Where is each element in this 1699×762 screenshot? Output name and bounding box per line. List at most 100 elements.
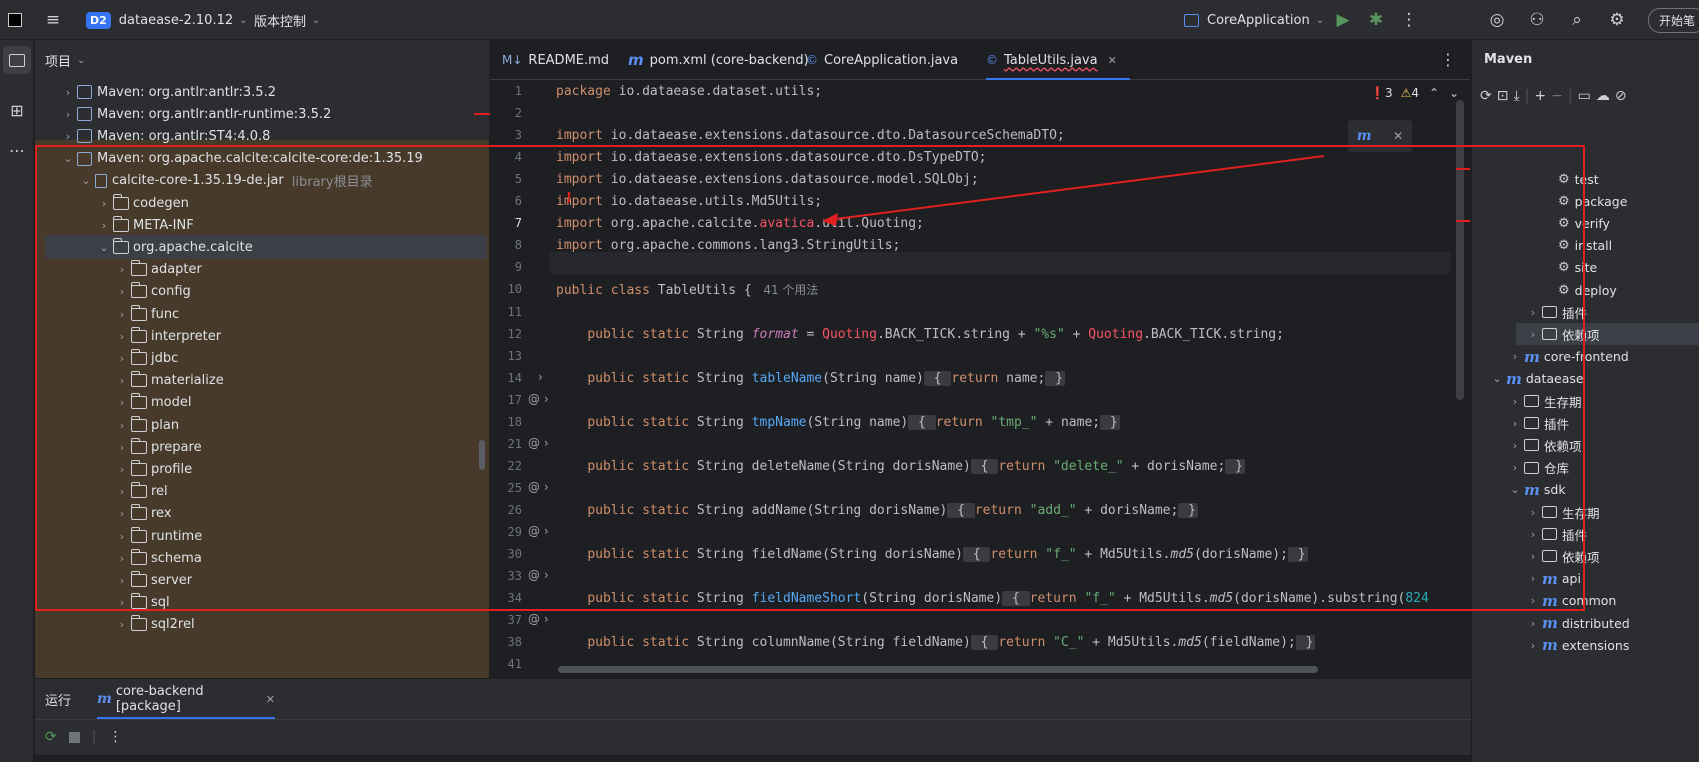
override-annotation-icon[interactable]: @ › bbox=[528, 612, 549, 626]
maven-module[interactable]: ⌄ m sdk bbox=[1508, 479, 1565, 501]
chevron-right-icon[interactable]: › bbox=[115, 596, 129, 609]
maven-folder[interactable]: › 生存期 bbox=[1526, 501, 1600, 523]
maven-module[interactable]: › m common bbox=[1526, 590, 1617, 612]
chevron-right-icon[interactable]: › bbox=[115, 618, 129, 631]
rerun-icon[interactable]: ⟳ bbox=[45, 729, 57, 745]
run-tab-core-backend[interactable]: m core-backend [package] ✕ bbox=[97, 679, 275, 719]
search-icon[interactable]: ⌕ bbox=[1564, 7, 1590, 33]
chevron-right-icon[interactable]: › bbox=[115, 530, 129, 543]
chevron-right-icon[interactable]: › bbox=[115, 419, 129, 432]
tree-item[interactable]: › rex bbox=[35, 502, 172, 526]
settings-gear-icon[interactable]: ⚙ bbox=[1604, 7, 1630, 33]
chevron-right-icon[interactable]: › bbox=[115, 507, 129, 520]
maven-folder[interactable]: › 插件 bbox=[1526, 301, 1587, 323]
chevron-down-icon[interactable]: ⌄ bbox=[61, 152, 75, 165]
project-tool-folder-icon[interactable] bbox=[3, 46, 31, 74]
run-icon[interactable]: ▶ bbox=[1330, 7, 1356, 33]
maven-goal[interactable]: ⚙ deploy bbox=[1558, 279, 1617, 301]
chevron-right-icon[interactable]: › bbox=[1508, 439, 1522, 452]
start-button[interactable]: 开始笔 bbox=[1648, 7, 1699, 33]
close-icon[interactable]: ✕ bbox=[266, 693, 275, 706]
download-icon[interactable]: ⤓ bbox=[1513, 88, 1519, 104]
close-icon[interactable]: ✕ bbox=[1393, 129, 1403, 143]
fold-chevron-icon[interactable]: › bbox=[538, 370, 543, 384]
tabs-more-icon[interactable]: ⋮ bbox=[1440, 50, 1456, 69]
project-panel-header[interactable]: 项目 ⌄ bbox=[35, 40, 489, 80]
add-icon[interactable]: + bbox=[1534, 88, 1546, 104]
tree-item[interactable]: › schema bbox=[35, 546, 202, 570]
chevron-right-icon[interactable]: › bbox=[1526, 550, 1540, 563]
add-user-icon[interactable]: ⚇ bbox=[1524, 7, 1550, 33]
chevron-down-icon[interactable]: ⌄ bbox=[79, 174, 93, 187]
vcs-menu[interactable]: 版本控制 ⌄ bbox=[254, 0, 320, 40]
maven-goal[interactable]: ⚙ package bbox=[1558, 190, 1627, 212]
chevron-right-icon[interactable]: › bbox=[61, 130, 75, 143]
chevron-right-icon[interactable]: › bbox=[1526, 594, 1540, 607]
tree-item[interactable]: › Maven: org.antlr:antlr-runtime:3.5.2 bbox=[35, 102, 331, 126]
more-icon[interactable]: ⋮ bbox=[108, 729, 122, 745]
editor-tab[interactable]: © TableUtils.java ✕ bbox=[986, 40, 1130, 80]
close-icon[interactable]: ✕ bbox=[1108, 54, 1117, 67]
tree-scrollbar[interactable] bbox=[479, 440, 485, 470]
chevron-right-icon[interactable]: › bbox=[61, 86, 75, 99]
chevron-right-icon[interactable]: › bbox=[1508, 417, 1522, 430]
maven-module[interactable]: ⌄ m dataease bbox=[1490, 368, 1583, 390]
tree-item[interactable]: › plan bbox=[35, 413, 179, 437]
maven-goal[interactable]: ⚙ verify bbox=[1558, 212, 1610, 234]
chevron-right-icon[interactable]: › bbox=[1526, 328, 1540, 341]
chevron-right-icon[interactable]: › bbox=[1526, 306, 1540, 319]
more-actions-icon[interactable]: ⋮ bbox=[1396, 7, 1422, 33]
maven-folder[interactable]: › 生存期 bbox=[1508, 390, 1582, 412]
tree-item[interactable]: › func bbox=[35, 302, 179, 326]
chevron-up-icon[interactable]: ⌃ bbox=[1429, 86, 1439, 100]
tree-item[interactable]: › sql bbox=[35, 591, 170, 615]
tree-item[interactable]: › prepare bbox=[35, 435, 202, 459]
chevron-right-icon[interactable]: › bbox=[97, 197, 111, 210]
chevron-right-icon[interactable]: › bbox=[115, 574, 129, 587]
maven-folder[interactable]: › 依赖项 bbox=[1516, 323, 1699, 346]
override-annotation-icon[interactable]: @ › bbox=[528, 524, 549, 538]
chevron-down-icon[interactable]: ⌄ bbox=[1508, 483, 1522, 496]
tree-item[interactable]: › server bbox=[35, 568, 192, 592]
inspection-widget[interactable]: ❗ 3 ⚠ 4 ⌃ ⌄ bbox=[1370, 86, 1459, 100]
main-menu-icon[interactable]: ≡ bbox=[40, 7, 66, 33]
editor-tab[interactable]: © CoreApplication.java bbox=[806, 40, 958, 80]
offline-mode-icon[interactable]: ☁ bbox=[1596, 88, 1610, 104]
maven-folder[interactable]: › 依赖项 bbox=[1526, 545, 1600, 567]
override-annotation-icon[interactable]: @ › bbox=[528, 480, 549, 494]
chevron-right-icon[interactable]: › bbox=[115, 330, 129, 343]
maven-folder[interactable]: › 依赖项 bbox=[1508, 434, 1582, 456]
maven-module[interactable]: › m distributed bbox=[1526, 612, 1630, 634]
maven-goal[interactable]: ⚙ install bbox=[1558, 235, 1612, 257]
chevron-down-icon[interactable]: ⌄ bbox=[1490, 372, 1504, 385]
tree-item[interactable]: › jdbc bbox=[35, 346, 178, 370]
chevron-right-icon[interactable]: › bbox=[1526, 617, 1540, 630]
chevron-right-icon[interactable]: › bbox=[115, 463, 129, 476]
more-tools-icon[interactable]: ⋯ bbox=[3, 136, 31, 164]
editor-tab[interactable]: M↓ README.md bbox=[502, 40, 609, 80]
tree-item[interactable]: › Maven: org.antlr:ST4:4.0.8 bbox=[35, 124, 271, 148]
tree-item[interactable]: › Maven: org.antlr:antlr:3.5.2 bbox=[35, 80, 276, 104]
chevron-right-icon[interactable]: › bbox=[1508, 395, 1522, 408]
run-maven-goal-icon[interactable]: ▭ bbox=[1578, 88, 1591, 104]
remove-icon[interactable]: − bbox=[1551, 88, 1563, 104]
tree-item[interactable]: › interpreter bbox=[35, 324, 221, 348]
chevron-right-icon[interactable]: › bbox=[1526, 528, 1540, 541]
tree-item[interactable]: › materialize bbox=[35, 369, 224, 393]
override-annotation-icon[interactable]: @ › bbox=[528, 392, 549, 406]
tree-item[interactable]: › adapter bbox=[35, 258, 202, 282]
editor-tab[interactable]: m pom.xml (core-backend) bbox=[628, 40, 809, 80]
chevron-right-icon[interactable]: › bbox=[61, 108, 75, 121]
ai-assistant-icon[interactable]: ◎ bbox=[1484, 7, 1510, 33]
chevron-right-icon[interactable]: › bbox=[115, 485, 129, 498]
chevron-down-icon[interactable]: ⌄ bbox=[1449, 86, 1459, 100]
chevron-right-icon[interactable]: › bbox=[1508, 461, 1522, 474]
chevron-down-icon[interactable]: ⌄ bbox=[97, 241, 111, 254]
tree-item[interactable]: ⌄ calcite-core-1.35.19-de.jar library根目录 bbox=[35, 169, 372, 193]
maven-reload-icon[interactable]: m bbox=[1357, 128, 1372, 144]
maven-module[interactable]: › m extensions bbox=[1526, 634, 1630, 656]
chevron-right-icon[interactable]: › bbox=[115, 308, 129, 321]
structure-tool-icon[interactable]: ⊞ bbox=[3, 96, 31, 124]
stop-icon[interactable] bbox=[68, 731, 80, 743]
maven-goal[interactable]: ⚙ site bbox=[1558, 257, 1597, 279]
